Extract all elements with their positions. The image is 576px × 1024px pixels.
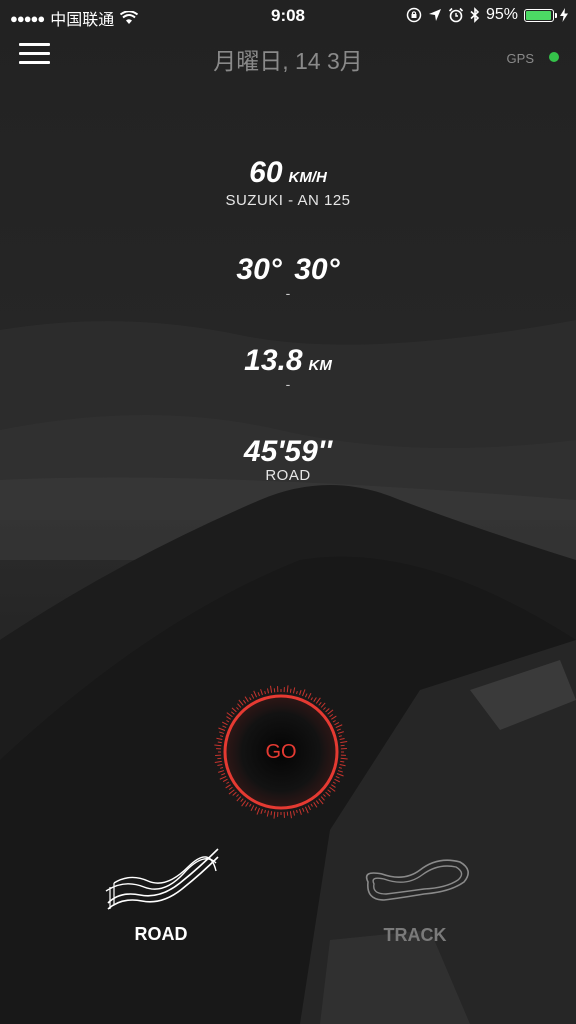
speed-unit: KM/H: [288, 169, 327, 186]
distance-sub: -: [285, 376, 291, 392]
alarm-icon: [448, 7, 464, 23]
speed-value: 60: [249, 156, 283, 189]
gps-status-indicator: [549, 52, 559, 62]
background-landscape: [0, 0, 576, 1024]
battery-percent: 95%: [485, 6, 518, 23]
race-track-icon: [365, 859, 469, 901]
ride-mode-label: ROAD: [265, 467, 311, 484]
go-label: GO: [265, 741, 297, 763]
bluetooth-icon: [470, 7, 480, 23]
lean-sub: -: [285, 285, 291, 301]
distance-value: 13.8: [244, 344, 303, 377]
mode-road-label: ROAD: [134, 924, 188, 944]
lean-right-value: 30°: [294, 253, 340, 286]
gps-label: GPS: [506, 51, 534, 66]
lean-angle-metric: 30° 30° -: [0, 253, 576, 301]
vehicle-name: SUZUKI - AN 125: [225, 192, 351, 209]
duration-value: 45'59'': [243, 435, 333, 468]
mode-track[interactable]: TRACK: [350, 852, 480, 946]
mode-road[interactable]: ROAD: [96, 843, 226, 945]
mode-track-label: TRACK: [383, 925, 447, 945]
battery-level: [526, 10, 551, 20]
duration-metric: 45'59'' ROAD: [0, 435, 576, 484]
date-title: 月曜日, 14 3月: [213, 48, 363, 74]
distance-unit: KM: [308, 357, 332, 374]
status-bar-right: 95%: [406, 6, 568, 24]
go-button[interactable]: GO: [210, 675, 352, 829]
charging-bolt-icon: [560, 8, 568, 22]
lean-left-value: 30°: [236, 253, 282, 286]
status-bar: ●●●●● 中国联通 9:08 95%: [0, 0, 576, 30]
speed-metric: 60 KM/H SUZUKI - AN 125: [0, 156, 576, 209]
lock-rotation-icon: [406, 7, 422, 23]
battery-icon: [524, 8, 557, 22]
location-arrow-icon: [428, 9, 441, 21]
distance-metric: 13.8 KM -: [0, 344, 576, 392]
curvy-road-icon: [105, 848, 219, 910]
